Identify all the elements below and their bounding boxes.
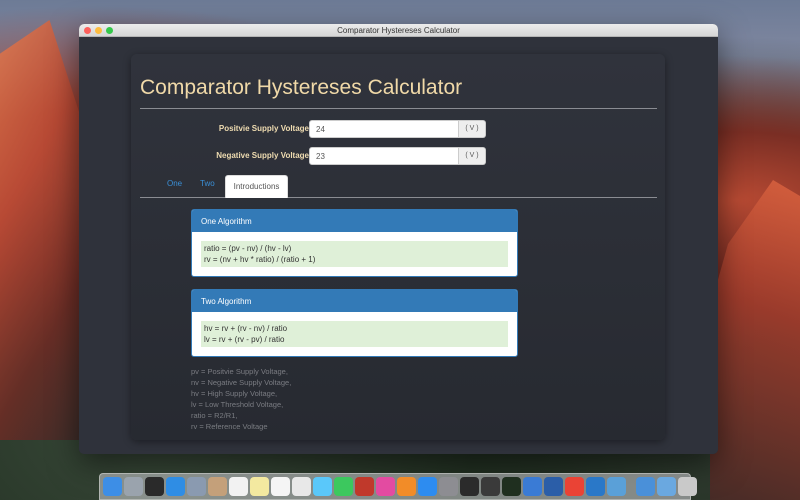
two-algorithm-formulas: hv = rv + (rv - nv) / ratio lv = rv + (r… <box>201 321 508 347</box>
negative-voltage-label: Negative Supply Voltage <box>216 151 309 160</box>
minimize-button[interactable] <box>95 27 102 34</box>
system-preferences-icon[interactable] <box>439 477 458 496</box>
photo-booth-icon[interactable] <box>355 477 374 496</box>
positive-voltage-row: Positvie Supply Voltage 24 ( V ) <box>131 120 665 138</box>
terminal-icon[interactable] <box>460 477 479 496</box>
wallpaper-peak-left <box>0 20 90 440</box>
simulator-icon[interactable] <box>607 477 626 496</box>
wallpaper-peak-right <box>710 180 800 500</box>
legend-line: hv = High Supply Voltage, <box>191 389 278 398</box>
negative-voltage-unit: ( V ) <box>459 147 486 165</box>
legend-line: lv = Low Threshold Voltage, <box>191 400 284 409</box>
launchpad-icon[interactable] <box>124 477 143 496</box>
title-bar: Comparator Hystereses Calculator <box>79 24 718 37</box>
preview-icon[interactable] <box>187 477 206 496</box>
trash-icon[interactable] <box>678 477 697 496</box>
positive-voltage-unit: ( V ) <box>459 120 486 138</box>
console-icon[interactable] <box>481 477 500 496</box>
chrome-icon[interactable] <box>565 477 584 496</box>
downloads-icon[interactable] <box>657 477 676 496</box>
legend-line: ratio = R2/R1, <box>191 411 238 420</box>
itunes-icon[interactable] <box>376 477 395 496</box>
safari-icon[interactable] <box>166 477 185 496</box>
finder-icon[interactable] <box>103 477 122 496</box>
formula-line: hv = rv + (rv - nv) / ratio <box>204 324 288 333</box>
app-window: Comparator Hystereses Calculator Compara… <box>79 24 718 454</box>
legend-line: rv = Reference Voltage <box>191 422 268 431</box>
ibooks-icon[interactable] <box>397 477 416 496</box>
notes-icon[interactable] <box>250 477 269 496</box>
activity-monitor-icon[interactable] <box>502 477 521 496</box>
dock <box>99 473 697 500</box>
photos-icon[interactable] <box>292 477 311 496</box>
two-algorithm-card: Two Algorithm hv = rv + (rv - nv) / rati… <box>191 289 518 357</box>
two-algorithm-title: Two Algorithm <box>192 290 517 312</box>
one-algorithm-title: One Algorithm <box>192 210 517 232</box>
one-algorithm-body: ratio = (pv - nv) / (hv - lv) rv = (nv +… <box>192 232 517 276</box>
window-title: Comparator Hystereses Calculator <box>337 26 460 35</box>
window-controls <box>84 27 113 34</box>
close-button[interactable] <box>84 27 91 34</box>
legend-line: nv = Negative Supply Voltage, <box>191 378 292 387</box>
one-algorithm-formulas: ratio = (pv - nv) / (hv - lv) rv = (nv +… <box>201 241 508 267</box>
two-algorithm-body: hv = rv + (rv - nv) / ratio lv = rv + (r… <box>192 312 517 356</box>
formula-line: ratio = (pv - nv) / (hv - lv) <box>204 244 292 253</box>
messages-icon[interactable] <box>313 477 332 496</box>
page-title: Comparator Hystereses Calculator <box>140 76 463 99</box>
title-divider <box>140 108 657 109</box>
positive-voltage-label: Positvie Supply Voltage <box>218 124 309 133</box>
tab-one[interactable]: One <box>167 179 182 188</box>
xcode-icon[interactable] <box>523 477 542 496</box>
formula-line: lv = rv + (rv - pv) / ratio <box>204 335 285 344</box>
legend-line: pv = Positvie Supply Voltage, <box>191 367 288 376</box>
contacts-icon[interactable] <box>208 477 227 496</box>
network-icon[interactable] <box>636 477 655 496</box>
window-body: Comparator Hystereses Calculator Positvi… <box>79 37 718 454</box>
calculator-panel: Comparator Hystereses Calculator Positvi… <box>131 54 665 440</box>
positive-voltage-input[interactable]: 24 <box>309 120 459 138</box>
tab-introductions[interactable]: Introductions <box>225 175 288 198</box>
tab-bar: One Two Introductions <box>140 175 657 198</box>
vscode-icon[interactable] <box>586 477 605 496</box>
negative-voltage-input[interactable]: 23 <box>309 147 459 165</box>
facetime-icon[interactable] <box>334 477 353 496</box>
zoom-button[interactable] <box>106 27 113 34</box>
negative-voltage-row: Negative Supply Voltage 23 ( V ) <box>131 147 665 165</box>
helm-icon[interactable] <box>544 477 563 496</box>
tab-two[interactable]: Two <box>200 179 215 188</box>
formula-line: rv = (nv + hv * ratio) / (ratio + 1) <box>204 255 316 264</box>
calendar-icon[interactable] <box>229 477 248 496</box>
one-algorithm-card: One Algorithm ratio = (pv - nv) / (hv - … <box>191 209 518 277</box>
reminders-icon[interactable] <box>271 477 290 496</box>
variable-legend: pv = Positvie Supply Voltage, nv = Negat… <box>191 366 291 432</box>
mission-control-icon[interactable] <box>145 477 164 496</box>
app-store-icon[interactable] <box>418 477 437 496</box>
